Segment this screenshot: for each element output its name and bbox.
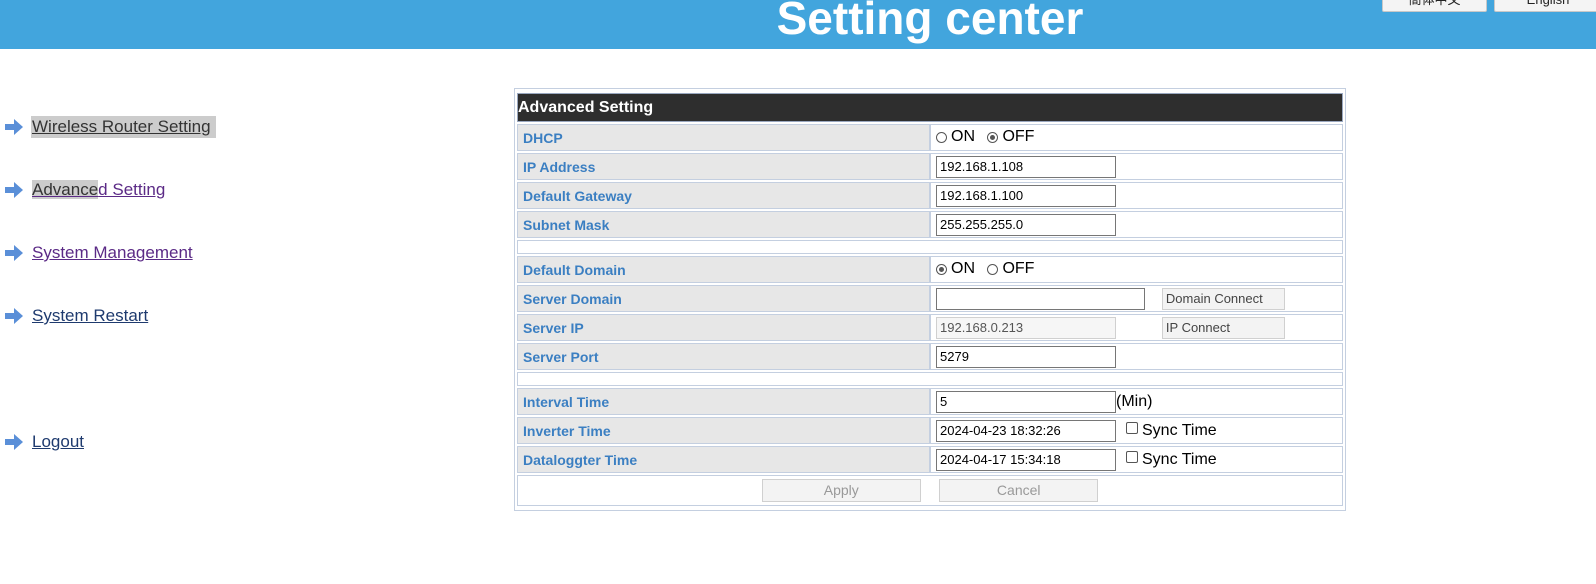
datalogger-time-input[interactable]: 2024-04-17 15:34:18 [936,448,1116,471]
table-row: Interval Time 5 (Min) [517,388,1343,415]
language-english-button[interactable]: English [1494,0,1596,12]
table-row: Server Port 5279 [517,343,1343,370]
default-domain-on-radio[interactable] [936,263,947,275]
server-domain-label: Server Domain [517,285,930,312]
sidebar-link-system-management[interactable]: System Management [31,242,194,264]
default-domain-off-radio[interactable] [987,263,999,275]
server-domain-input[interactable] [936,287,1145,310]
server-port-input[interactable]: 5279 [936,345,1116,368]
default-domain-field: ON OFF [930,256,1343,283]
sidebar-link-logout[interactable]: Logout [31,431,85,453]
right-arrow-icon [5,434,23,450]
sidebar-link-advanced-setting[interactable]: Advanced Setting [31,179,166,201]
dhcp-label: DHCP [517,124,930,151]
domain-connect-button[interactable]: Domain Connect [1161,287,1285,310]
sidebar-link-advanced-part2: d Setting [98,180,166,199]
sidebar-item-system-management[interactable]: System Management [5,241,194,265]
sidebar-item-system-restart[interactable]: System Restart [5,304,149,328]
interval-time-input[interactable]: 5 [936,390,1116,413]
server-port-label: Server Port [517,343,930,370]
ip-address-label: IP Address [517,153,930,180]
datalogger-sync-checkbox[interactable] [1126,450,1138,463]
sidebar-item-logout[interactable]: Logout [5,430,85,454]
page-title: Setting center [776,0,1084,44]
default-domain-label: Default Domain [517,256,930,283]
header-bar: Setting center 簡体中文 English [0,0,1596,49]
ip-connect-button[interactable]: IP Connect [1161,316,1285,339]
spacer-row [517,372,1343,386]
table-row: DHCP ON OFF [517,124,1343,151]
sidebar-item-advanced-setting[interactable]: Advanced Setting [5,178,166,202]
table-row: Server IP 192.168.0.213 IP Connect [517,314,1343,341]
dhcp-off-label: OFF [1002,128,1035,146]
table-row: IP Address 192.168.1.108 [517,153,1343,180]
inverter-time-label: Inverter Time [517,417,930,444]
interval-unit: (Min) [1116,392,1153,410]
ip-address-input[interactable]: 192.168.1.108 [936,155,1116,178]
subnet-mask-label: Subnet Mask [517,211,930,238]
inverter-sync-checkbox[interactable] [1126,421,1138,434]
action-row: Apply Cancel [517,475,1343,506]
cancel-button[interactable]: Cancel [939,479,1099,502]
default-domain-on-label: ON [951,260,975,278]
default-domain-off-label: OFF [1002,260,1035,278]
default-gateway-input[interactable]: 192.168.1.100 [936,184,1116,207]
table-row: Default Domain ON OFF [517,256,1343,283]
panel-title: Advanced Setting [517,93,1343,122]
datalogger-time-label: Dataloggter Time [517,446,930,473]
right-arrow-icon [5,182,23,198]
dhcp-field: ON OFF [930,124,1343,151]
sidebar-link-wireless-router[interactable]: Wireless Router Setting [31,116,216,138]
server-ip-label: Server IP [517,314,930,341]
dhcp-off-radio[interactable] [987,131,999,143]
dhcp-on-label: ON [951,128,975,146]
default-gateway-label: Default Gateway [517,182,930,209]
sidebar-link-advanced-part1: Advance [32,180,99,199]
table-row: Default Gateway 192.168.1.100 [517,182,1343,209]
table-row: Inverter Time 2024-04-23 18:32:26 Sync Ti… [517,417,1343,444]
table-row: Server Domain Domain Connect [517,285,1343,312]
server-ip-input[interactable]: 192.168.0.213 [936,316,1116,339]
inverter-time-input[interactable]: 2024-04-23 18:32:26 [936,419,1116,442]
right-arrow-icon [5,245,23,261]
right-arrow-icon [5,119,23,135]
subnet-mask-input[interactable]: 255.255.255.0 [936,213,1116,236]
apply-button[interactable]: Apply [761,479,921,502]
advanced-setting-panel: Advanced Setting DHCP ON OFF IP Address … [514,88,1346,511]
table-row: Dataloggter Time 2024-04-17 15:34:18 Sync… [517,446,1343,473]
dhcp-on-radio[interactable] [936,131,947,143]
datalogger-sync-label: Sync Time [1142,450,1217,468]
settings-table: Advanced Setting DHCP ON OFF IP Address … [517,91,1343,508]
sidebar-item-wireless-router[interactable]: Wireless Router Setting [5,115,216,139]
spacer-row [517,240,1343,254]
language-chinese-button[interactable]: 簡体中文 [1382,0,1487,12]
right-arrow-icon [5,308,23,324]
inverter-sync-label: Sync Time [1142,421,1217,439]
interval-time-label: Interval Time [517,388,930,415]
sidebar-link-system-restart[interactable]: System Restart [31,305,149,327]
table-row: Subnet Mask 255.255.255.0 [517,211,1343,238]
